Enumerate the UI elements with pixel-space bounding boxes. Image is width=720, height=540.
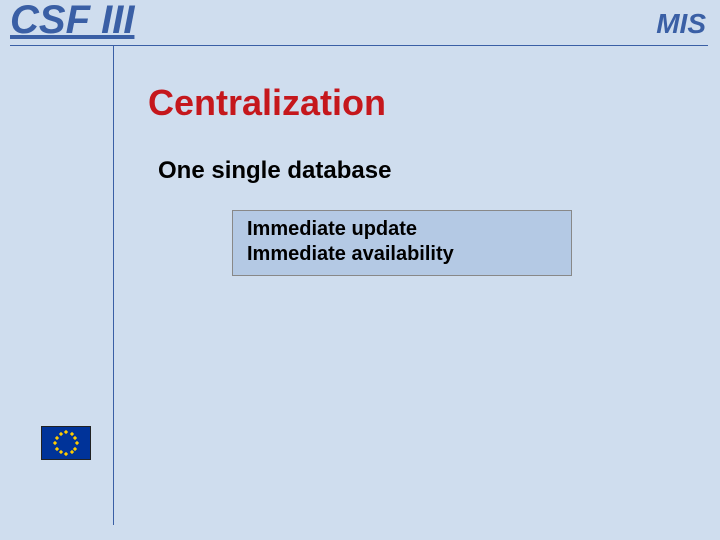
header-divider xyxy=(10,45,708,46)
eu-flag-icon xyxy=(41,426,91,460)
eu-stars xyxy=(55,432,77,454)
slide: CSF III MIS Centralization One single da… xyxy=(0,0,720,540)
subheading: One single database xyxy=(158,157,391,185)
header-left-title: CSF III xyxy=(10,0,134,43)
callout-box: Immediate update Immediate availability xyxy=(232,210,572,276)
vertical-divider xyxy=(113,45,114,525)
callout-line-2: Immediate availability xyxy=(247,242,557,267)
slide-title: Centralization xyxy=(148,82,386,124)
header-right-label: MIS xyxy=(656,8,706,40)
callout-line-1: Immediate update xyxy=(247,217,557,242)
